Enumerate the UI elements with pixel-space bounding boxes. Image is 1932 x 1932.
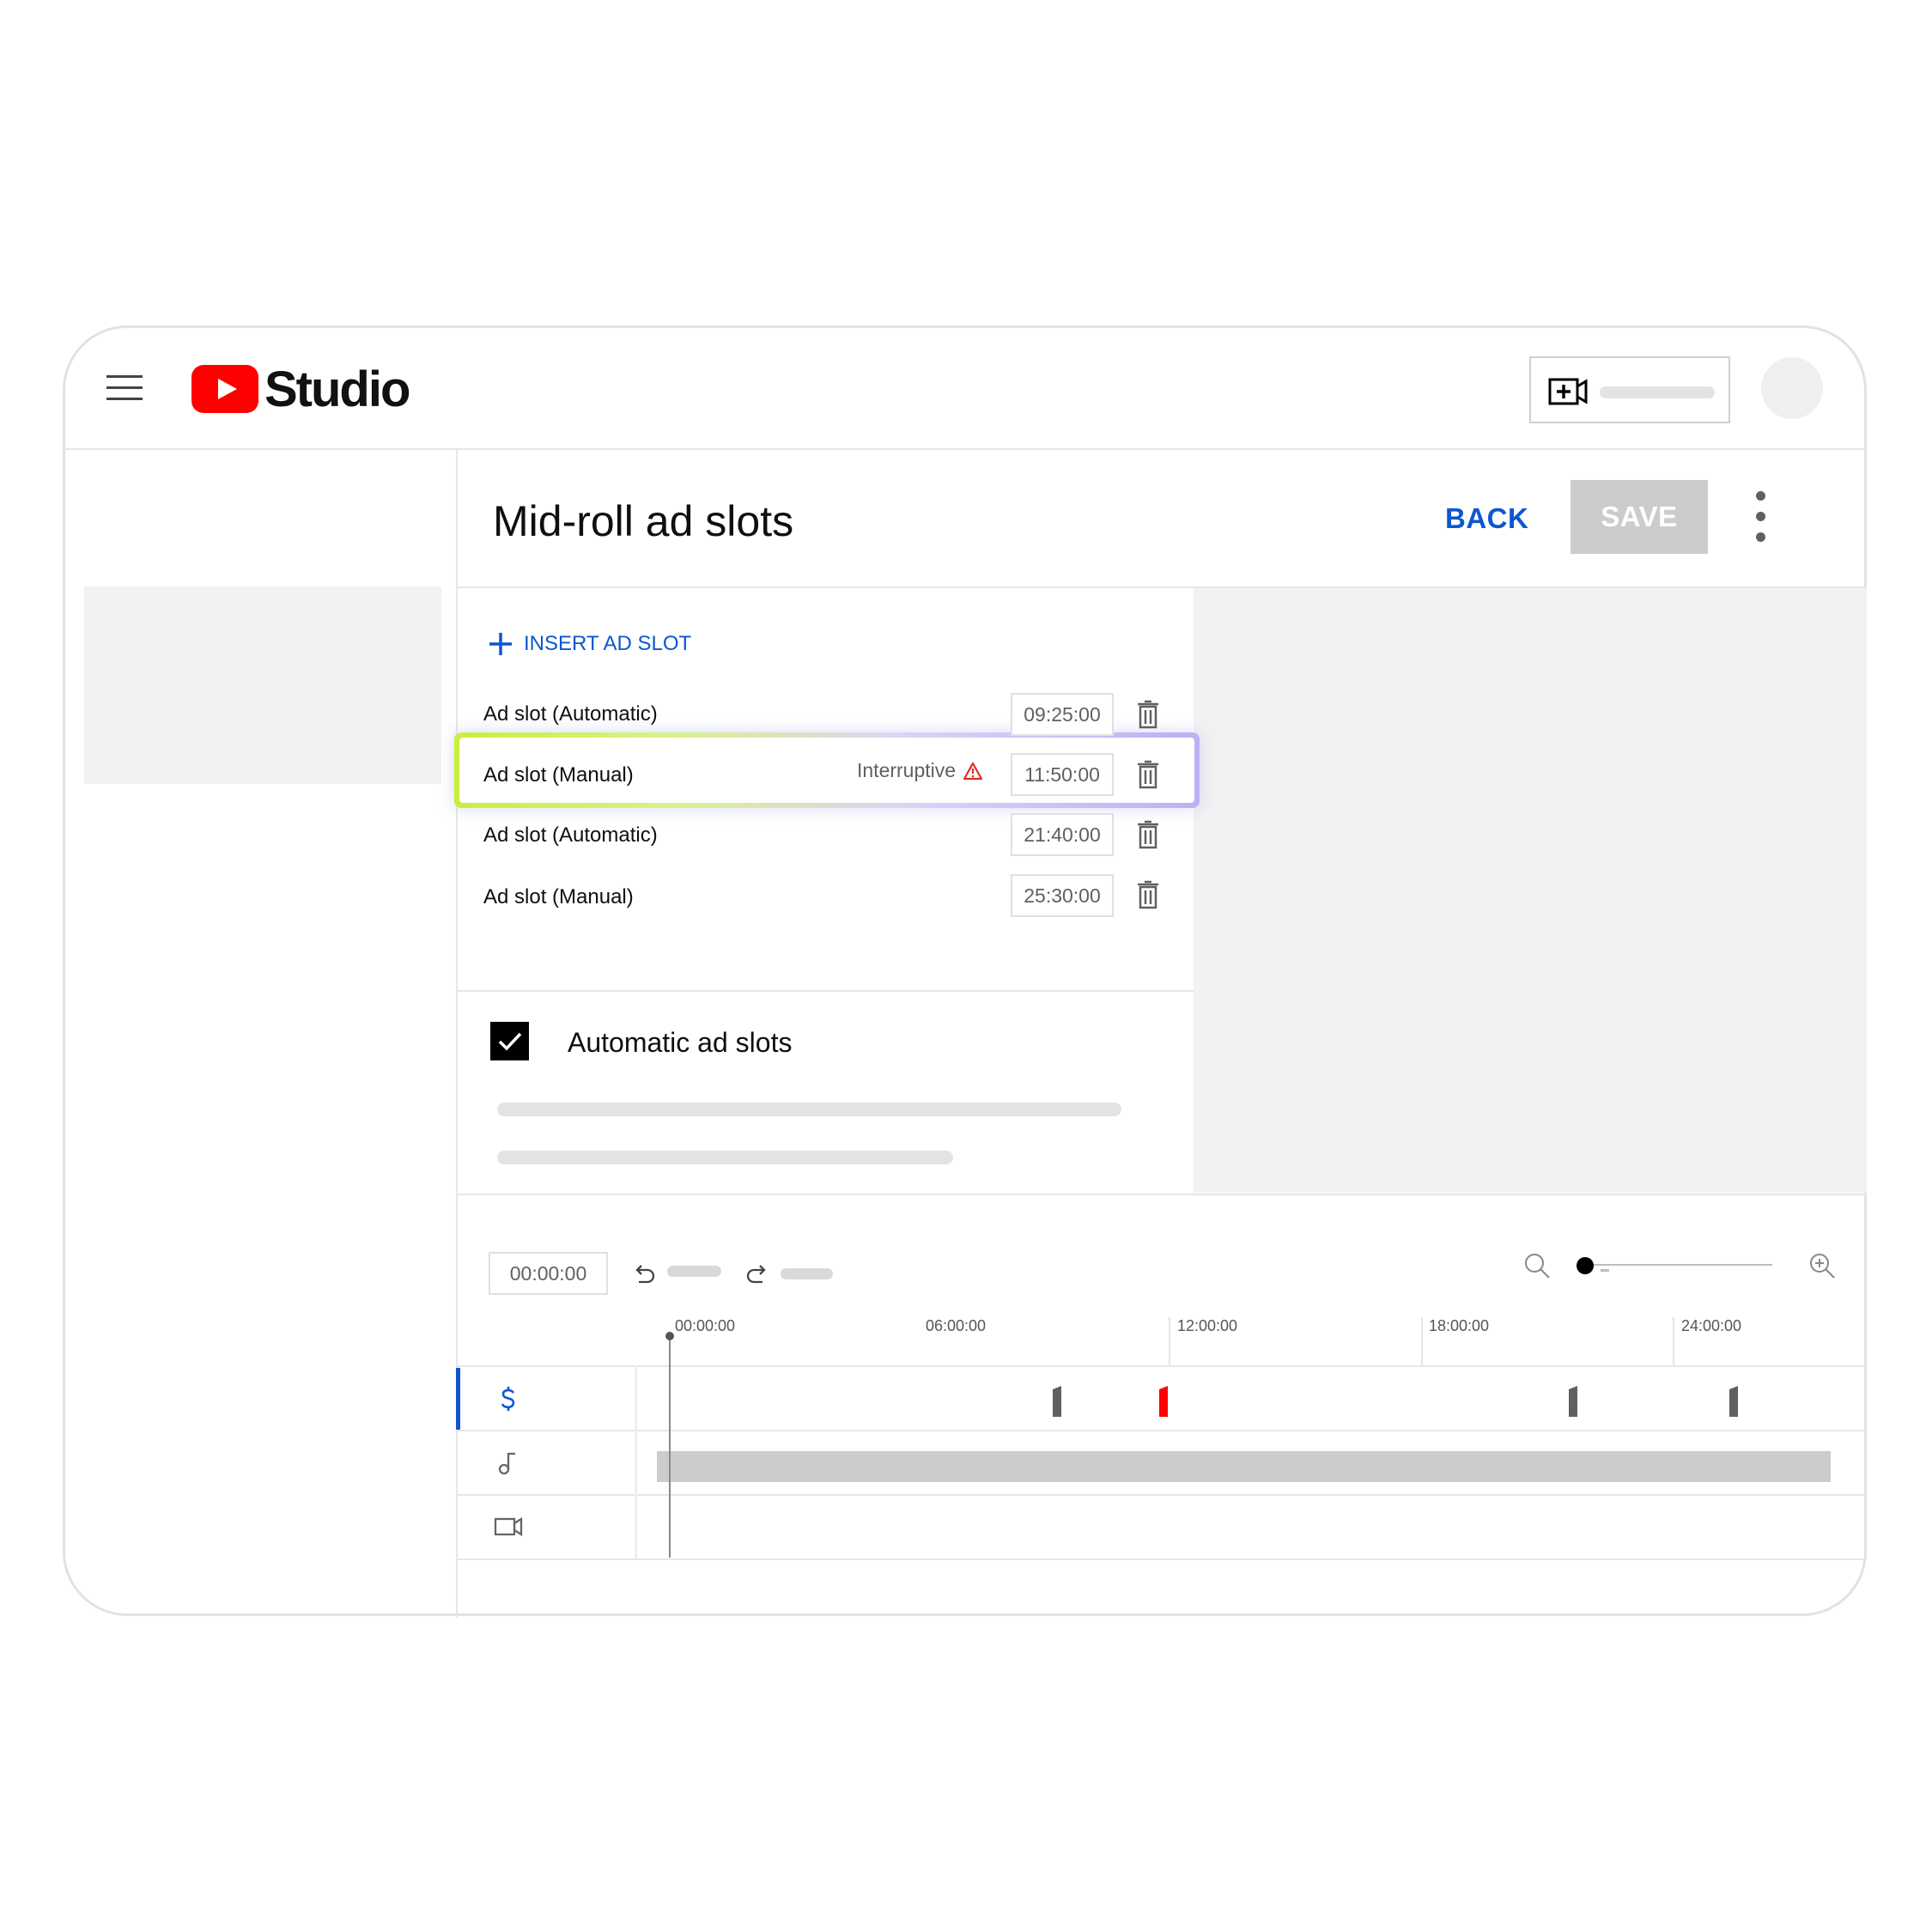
timecode-field[interactable]: 00:00:00 <box>489 1252 608 1295</box>
timeline-divider <box>458 1194 1867 1195</box>
track-divider <box>458 1558 1867 1560</box>
ruler-tick <box>1421 1317 1423 1365</box>
playhead-handle[interactable] <box>665 1332 674 1340</box>
page-title: Mid-roll ad slots <box>493 497 794 545</box>
avatar[interactable] <box>1761 357 1823 419</box>
ad-slot-time-field[interactable]: 25:30:00 <box>1011 874 1114 917</box>
video-camera-icon[interactable] <box>494 1512 523 1541</box>
insert-ad-slot-label: INSERT AD SLOT <box>524 632 692 655</box>
sidebar-thumbnail-placeholder <box>84 586 441 784</box>
header-divider <box>63 448 1867 450</box>
track-header-divider <box>635 1365 637 1558</box>
studio-logo-text: Studio <box>264 361 410 417</box>
ruler-tick <box>1169 1317 1170 1365</box>
ruler-tick-label: 18:00:00 <box>1429 1317 1490 1334</box>
dollar-icon[interactable] <box>494 1384 523 1413</box>
insert-ad-slot-button[interactable]: INSERT AD SLOT <box>488 631 691 657</box>
checkmark-icon <box>498 1032 522 1051</box>
ruler-tick-label: 12:00:00 <box>1177 1317 1238 1334</box>
ad-slot-marker[interactable] <box>1569 1386 1577 1417</box>
ad-slot-marker[interactable] <box>1729 1386 1738 1417</box>
automatic-ad-slots-label: Automatic ad slots <box>568 1027 793 1058</box>
youtube-logo-icon <box>191 365 258 413</box>
description-placeholder <box>497 1151 953 1164</box>
ruler-tick-label: 00:00:00 <box>675 1317 736 1334</box>
active-track-indicator <box>456 1368 460 1430</box>
create-button[interactable] <box>1529 356 1730 423</box>
ad-slot-label: Ad slot (Automatic) <box>483 702 658 726</box>
ad-slot-time-field[interactable]: 11:50:00 <box>1011 753 1114 796</box>
ruler-tick <box>1673 1317 1674 1365</box>
zoom-in-icon[interactable] <box>1808 1252 1836 1279</box>
interruptive-label: Interruptive <box>857 759 957 781</box>
interruptive-warning: Interruptive <box>857 759 983 782</box>
ad-slot-marker[interactable] <box>1053 1386 1061 1417</box>
ad-slot-marker-warning[interactable] <box>1159 1386 1168 1417</box>
kebab-icon[interactable] <box>1753 491 1769 543</box>
zoom-slider-handle[interactable] <box>1577 1257 1594 1274</box>
ruler-tick-label: 24:00:00 <box>1681 1317 1742 1334</box>
trash-icon[interactable] <box>1137 760 1159 789</box>
undo-label-placeholder <box>667 1266 721 1277</box>
music-note-icon[interactable] <box>494 1448 523 1477</box>
ad-slot-time-field[interactable]: 21:40:00 <box>1011 813 1114 856</box>
warning-icon <box>963 762 983 780</box>
sidebar-divider <box>456 450 458 1618</box>
description-placeholder <box>497 1103 1121 1116</box>
trash-icon[interactable] <box>1137 700 1159 729</box>
ad-slot-label: Ad slot (Manual) <box>483 885 634 908</box>
trash-icon[interactable] <box>1137 880 1159 909</box>
save-button[interactable]: SAVE <box>1571 480 1708 554</box>
create-button-placeholder <box>1600 386 1715 398</box>
video-add-icon <box>1548 378 1588 405</box>
playhead[interactable] <box>669 1336 671 1558</box>
audio-track-clip[interactable] <box>657 1451 1831 1482</box>
hamburger-icon[interactable] <box>106 375 143 401</box>
zoom-slider-tick <box>1601 1269 1609 1272</box>
redo-icon[interactable] <box>745 1263 769 1284</box>
trash-icon[interactable] <box>1137 820 1159 849</box>
automatic-ad-slots-checkbox[interactable] <box>490 1022 529 1060</box>
zoom-out-icon[interactable] <box>1523 1252 1551 1279</box>
ad-slot-label: Ad slot (Manual) <box>483 763 634 787</box>
plus-icon <box>489 633 512 655</box>
ruler-tick-label: 06:00:00 <box>926 1317 987 1334</box>
zoom-slider-track[interactable] <box>1585 1264 1772 1266</box>
video-preview-placeholder <box>1194 588 1867 1193</box>
undo-icon[interactable] <box>632 1263 656 1284</box>
back-button[interactable]: BACK <box>1445 502 1528 535</box>
ad-slot-label: Ad slot (Automatic) <box>483 823 658 847</box>
section-divider <box>458 990 1194 992</box>
ad-slot-time-field[interactable]: 09:25:00 <box>1011 693 1114 736</box>
redo-label-placeholder <box>781 1268 833 1279</box>
